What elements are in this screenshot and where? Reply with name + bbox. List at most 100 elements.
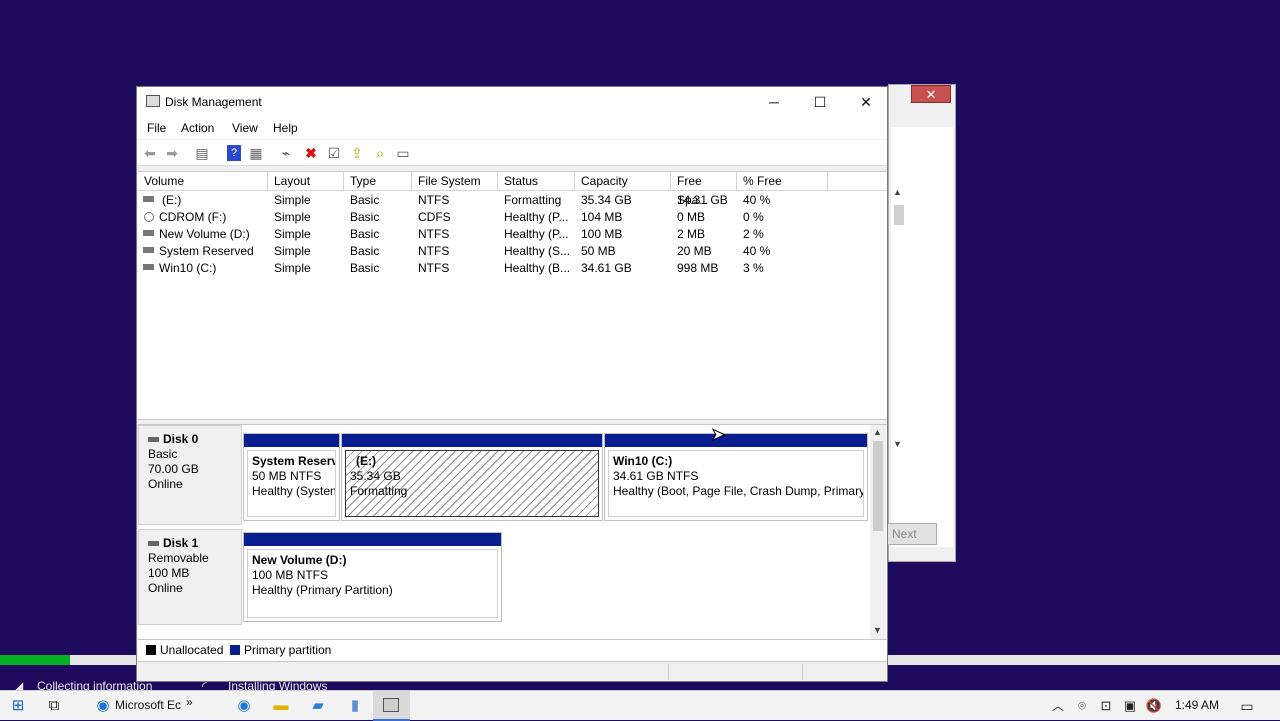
disk-0-label[interactable]: Disk 0 Basic 70.00 GB Online	[138, 425, 242, 525]
edge-taskbar-label[interactable]: Microsoft Ec	[115, 698, 181, 712]
scroll-down-icon[interactable]: ▼	[893, 439, 902, 449]
table-row[interactable]: New Volume (D:) Simple Basic NTFS Health…	[138, 226, 887, 243]
cell-capacity: 100 MB	[581, 227, 623, 241]
disk-management-taskbar-button[interactable]	[373, 691, 410, 721]
table-row[interactable]: Win10 (C:) Simple Basic NTFS Healthy (B.…	[138, 260, 887, 277]
column-type[interactable]: Type	[344, 172, 412, 191]
start-windows-icon[interactable]: ⊞	[8, 691, 28, 721]
taskbar-overflow-icon[interactable]: »	[186, 695, 193, 709]
task-view-icon[interactable]: ⧉	[44, 691, 64, 721]
scroll-down-icon[interactable]: ▼	[873, 625, 882, 635]
connect-icon[interactable]: ⌁	[277, 144, 295, 162]
column-file-system[interactable]: File System	[412, 172, 498, 191]
edge-browser-icon[interactable]: ◉	[94, 691, 112, 721]
primary-partition-swatch	[230, 645, 240, 655]
delete-icon[interactable]: ✖	[302, 144, 320, 162]
close-button[interactable]: ✕	[843, 87, 889, 117]
partition-new-volume[interactable]: New Volume (D:) 100 MB NTFS Healthy (Pri…	[243, 532, 502, 622]
disk-1-label[interactable]: Disk 1 Removable 100 MB Online	[138, 529, 242, 625]
network-icon[interactable]: ▣	[1120, 691, 1140, 721]
volume-muted-icon[interactable]: 🔇	[1143, 691, 1165, 721]
disk-icon	[148, 437, 159, 443]
check-icon[interactable]: ☑	[325, 144, 343, 162]
scroll-up-icon[interactable]: ▲	[893, 187, 902, 197]
store-icon[interactable]: ▰	[308, 691, 328, 721]
column-capacity[interactable]: Capacity	[575, 172, 671, 191]
column-volume[interactable]: Volume	[138, 172, 268, 191]
cell-percent-free: 0 %	[743, 210, 764, 224]
column-empty	[828, 172, 887, 191]
status-divider	[802, 664, 803, 680]
volume-list[interactable]: Volume Layout Type File System Status Ca…	[138, 171, 887, 419]
column-percent-free[interactable]: % Free	[737, 172, 828, 191]
cell-layout: Simple	[274, 193, 311, 207]
menu-action[interactable]: Action	[181, 121, 214, 135]
cell-free-space: 2 MB	[677, 227, 706, 241]
notepad-icon[interactable]: ▮	[345, 691, 365, 721]
maximize-button[interactable]: ☐	[797, 87, 843, 117]
partition-status: Healthy (Primary Partition)	[252, 583, 393, 597]
table-row[interactable]: CDROM (F:) Simple Basic CDFS Healthy (P.…	[138, 209, 887, 226]
disk-0-name: Disk 0	[163, 432, 199, 446]
scroll-thumb[interactable]	[894, 205, 904, 225]
notifications-icon[interactable]: ▭	[1237, 691, 1257, 721]
disk-map-scrollbar[interactable]: ▲ ▼	[870, 425, 886, 639]
cell-percent-free: 40 %	[743, 193, 771, 207]
menu-file[interactable]: File	[147, 121, 166, 135]
partition-name: System Reserv	[252, 454, 336, 468]
menu-view[interactable]: View	[232, 121, 258, 135]
cell-status: Healthy (B...	[504, 261, 571, 275]
column-free-space[interactable]: Free Spa...	[671, 172, 737, 207]
partition-body: New Volume (D:) 100 MB NTFS Healthy (Pri…	[247, 549, 498, 618]
partition-system-reserved[interactable]: System Reserv 50 MB NTFS Healthy (Systen	[243, 433, 340, 521]
next-button[interactable]: Next	[887, 523, 937, 545]
setup-close-button[interactable]: ✕	[911, 85, 951, 103]
partition-win10[interactable]: Win10 (C:) 34.61 GB NTFS Healthy (Boot, …	[604, 433, 868, 521]
menu-help[interactable]: Help	[273, 121, 298, 135]
help-icon[interactable]: ?	[227, 145, 241, 161]
minimize-button[interactable]: ─	[751, 87, 797, 117]
cell-status: Healthy (P...	[504, 210, 569, 224]
clock-time[interactable]: 1:49 AM	[1175, 698, 1219, 712]
setup-window: ✕ ▲ ▼ Next	[887, 84, 956, 562]
list-icon[interactable]: ▭	[394, 144, 412, 162]
partition-status: Formatting	[350, 484, 408, 498]
chevron-up-icon[interactable]: ︿	[1048, 691, 1068, 721]
disk-management-window: Disk Management ─ ☐ ✕ File Action View H…	[136, 86, 888, 682]
disk-1-state: Online	[148, 581, 183, 595]
disk-1-type: Removable	[148, 551, 209, 565]
upload-icon[interactable]: ⇪	[348, 144, 366, 162]
forward-arrow-icon[interactable]: ➡	[163, 144, 181, 162]
meet-now-icon[interactable]: ⌾	[1072, 691, 1092, 721]
status-divider	[668, 664, 669, 680]
cell-type: Basic	[350, 193, 380, 207]
column-layout[interactable]: Layout	[268, 172, 344, 191]
menu-bar: File Action View Help	[137, 117, 887, 139]
table-row[interactable]: System Reserved Simple Basic NTFS Health…	[138, 243, 887, 260]
table-row[interactable]: (E:) Simple Basic NTFS Formatting 35.34 …	[138, 192, 887, 209]
scroll-up-icon[interactable]: ▲	[873, 427, 882, 437]
tray-app-icon[interactable]: ⊡	[1096, 691, 1116, 721]
partition-e[interactable]: (E:) 35.34 GB Formatting	[341, 433, 603, 521]
volume-drive-icon	[143, 230, 154, 236]
cell-free-space: 0 MB	[677, 210, 706, 224]
taskbar: ⊞ ⧉ ◉ Microsoft Ec » ◉ ▬ ▰ ▮ ︿ ⌾ ⊡ ▣ 🔇 1…	[0, 690, 1280, 721]
title-bar[interactable]: Disk Management ─ ☐ ✕	[137, 87, 887, 117]
edge-pinned-icon[interactable]: ◉	[234, 691, 254, 721]
cell-free-space: 14.31 GB	[677, 193, 728, 207]
cell-volume: System Reserved	[159, 244, 254, 258]
file-explorer-icon[interactable]: ▬	[271, 691, 291, 721]
scroll-thumb[interactable]	[873, 441, 883, 531]
disk-management-icon	[146, 95, 160, 107]
setup-scrollbar[interactable]: ▲ ▼	[891, 185, 907, 455]
install-progress-bar	[0, 655, 70, 665]
column-status[interactable]: Status	[498, 172, 575, 191]
cell-layout: Simple	[274, 261, 311, 275]
properties-icon[interactable]: ▦	[247, 144, 265, 162]
back-arrow-icon[interactable]: ⬅	[141, 144, 159, 162]
disk-management-icon	[383, 698, 399, 712]
cell-capacity: 50 MB	[581, 244, 616, 258]
console-tree-icon[interactable]: ▤	[193, 144, 211, 162]
search-icon[interactable]: ⌕	[371, 144, 389, 162]
partition-status: Healthy (Systen	[252, 484, 336, 498]
